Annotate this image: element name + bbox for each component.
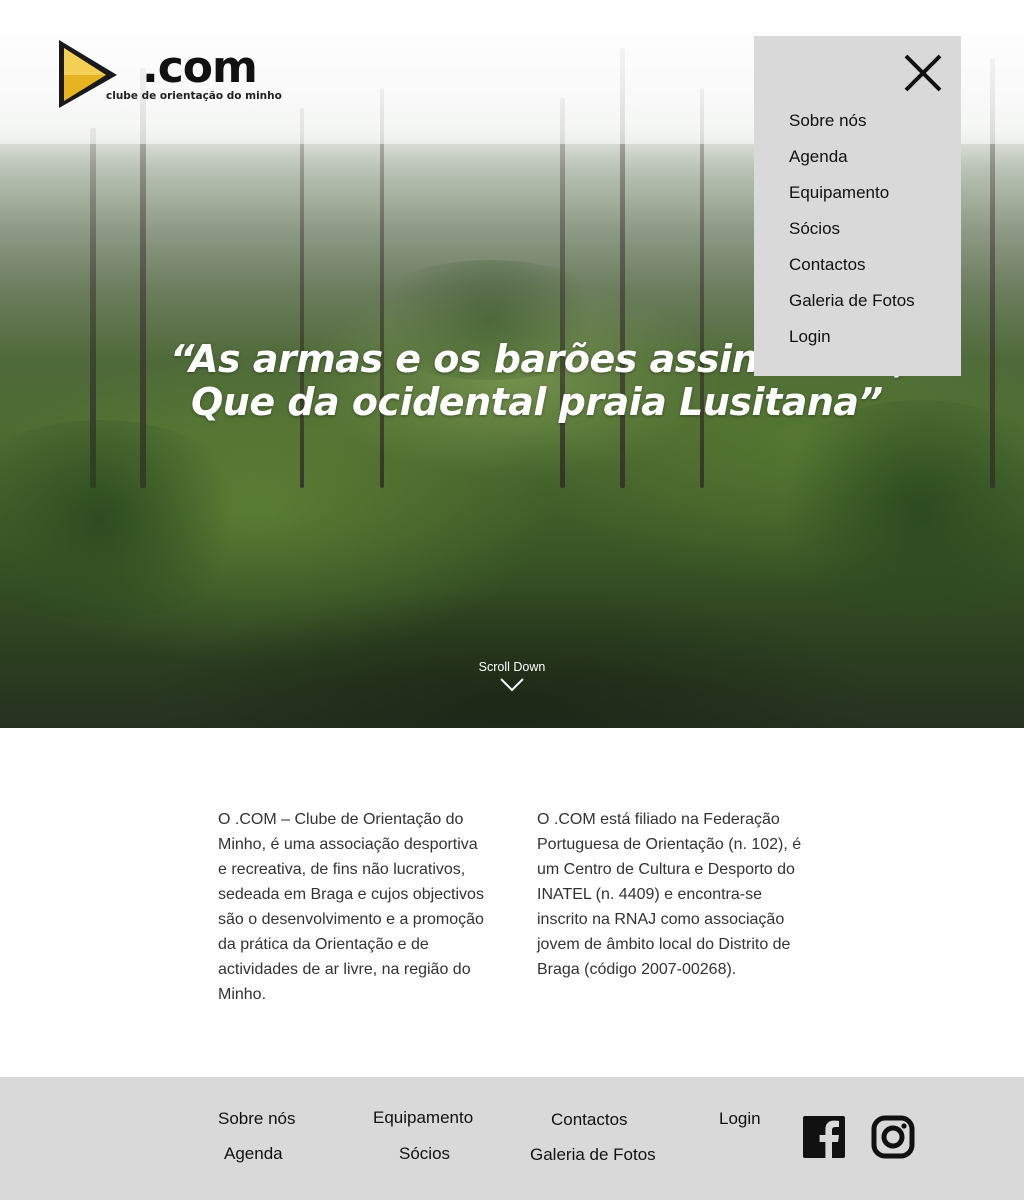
menu-item-galeria-de-fotos[interactable]: Galeria de Fotos	[789, 283, 915, 319]
logo-subtitle: clube de orientação do minho	[106, 90, 282, 102]
quote-line-2: Que da ocidental praia Lusitana”	[191, 380, 883, 424]
footer-link-equipamento[interactable]: Equipamento	[373, 1108, 473, 1128]
menu-item-login[interactable]: Login	[789, 319, 915, 355]
instagram-icon[interactable]	[871, 1115, 915, 1159]
footer-link-contactos[interactable]: Contactos	[551, 1110, 628, 1130]
facebook-icon[interactable]	[802, 1115, 846, 1159]
club-logo[interactable]: .com clube de orientação do minho	[56, 38, 282, 110]
footer-link-agenda[interactable]: Agenda	[224, 1144, 283, 1164]
menu-item-equipamento[interactable]: Equipamento	[789, 175, 915, 211]
menu-item-contactos[interactable]: Contactos	[789, 247, 915, 283]
about-text-left: O .COM – Clube de Orientação do Minho, é…	[218, 811, 484, 1003]
footer-link-login[interactable]: Login	[719, 1109, 761, 1129]
scroll-down-button[interactable]: Scroll Down	[462, 660, 562, 692]
tree-trunk	[700, 88, 704, 488]
tree-trunk	[300, 108, 304, 488]
menu-item-agenda[interactable]: Agenda	[789, 139, 915, 175]
nav-menu-panel: Sobre nós Agenda Equipamento Sócios Cont…	[754, 36, 961, 376]
footer: Sobre nós Agenda Equipamento Sócios Cont…	[0, 1077, 1024, 1200]
about-text-right: O .COM está filiado na Federação Portugu…	[537, 811, 802, 978]
scroll-down-label: Scroll Down	[478, 660, 546, 674]
close-icon[interactable]	[902, 52, 944, 94]
menu-item-sobre-nos[interactable]: Sobre nós	[789, 103, 915, 139]
footer-link-socios[interactable]: Sócios	[399, 1144, 450, 1164]
footer-link-galeria-de-fotos[interactable]: Galeria de Fotos	[530, 1145, 656, 1165]
footer-link-sobre-nos[interactable]: Sobre nós	[218, 1109, 296, 1129]
menu-list: Sobre nós Agenda Equipamento Sócios Cont…	[789, 103, 915, 355]
logo-text: .com	[142, 42, 258, 93]
foliage	[0, 420, 260, 620]
menu-item-socios[interactable]: Sócios	[789, 211, 915, 247]
chevron-down-icon	[500, 678, 524, 692]
foliage	[760, 400, 1024, 620]
